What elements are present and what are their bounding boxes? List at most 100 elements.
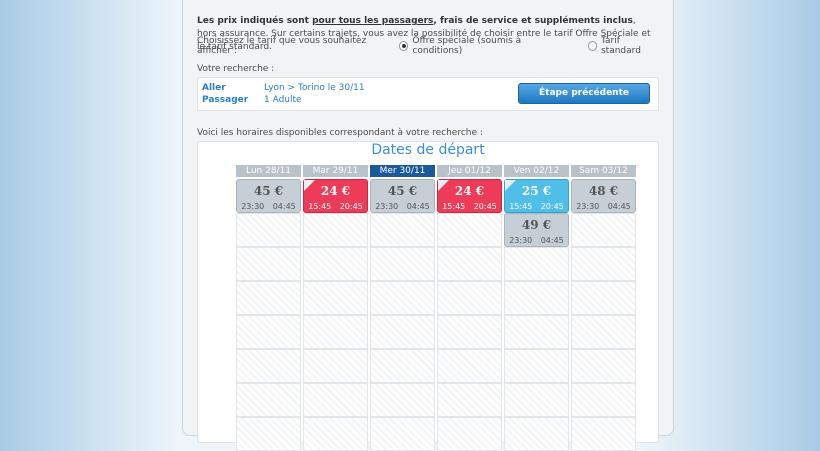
fare-cell[interactable]: 49 € 23:30 04:45 (504, 213, 569, 247)
intro-text-2: , frais de service et suppléments inclus (433, 16, 633, 26)
empty-slot (504, 247, 569, 281)
empty-slot (571, 281, 636, 315)
empty-slot (236, 213, 301, 247)
empty-slot (370, 315, 435, 349)
empty-slot (504, 349, 569, 383)
aller-label: Aller (202, 83, 226, 93)
tarif-label: Choisissez le tarif que vous souhaitez a… (197, 36, 367, 56)
arrival-time: 04:45 (406, 202, 430, 211)
intro-text-1: Les prix indiqués sont (197, 16, 313, 26)
departure-time: 15:45 (442, 202, 466, 211)
empty-slot (437, 247, 502, 281)
day-header[interactable]: Mer 30/11 (370, 165, 435, 177)
departure-time: 23:30 (576, 202, 600, 211)
radio-offre-speciale[interactable]: Offre spéciale (soumis à conditions) (399, 36, 560, 56)
empty-slot (504, 281, 569, 315)
empty-slot (236, 417, 301, 451)
promo-corner-icon (438, 180, 449, 191)
day-header[interactable]: Mar 29/11 (303, 165, 368, 177)
horaires-intro: Voici les horaires disponibles correspon… (197, 128, 483, 138)
empty-slot (303, 349, 368, 383)
radio-tarif-standard[interactable]: Tarif standard (587, 36, 657, 56)
fare-price: 49 € (521, 218, 552, 232)
tarif-selector: Choisissez le tarif que vous souhaitez a… (197, 36, 657, 56)
fare-times: 23:30 04:45 (237, 202, 300, 211)
empty-slot (571, 213, 636, 247)
empty-slot (504, 315, 569, 349)
arrival-time: 04:45 (272, 202, 296, 211)
passager-label: Passager (202, 95, 249, 105)
empty-slot (437, 281, 502, 315)
fare-times: 23:30 04:45 (572, 202, 635, 211)
departure-time: 15:45 (509, 202, 533, 211)
fare-cell[interactable]: 45 € 23:30 04:45 (370, 179, 435, 213)
day-header[interactable]: Jeu 01/12 (437, 165, 502, 177)
empty-slot (370, 383, 435, 417)
empty-slot (303, 213, 368, 247)
empty-slot (437, 383, 502, 417)
radio-checked-icon[interactable] (399, 41, 409, 51)
intro-text-emph: pour tous les passagers (312, 16, 434, 26)
fare-cell[interactable]: 24 €15:45 20:45 (303, 179, 368, 213)
fare-cell[interactable]: 45 € 23:30 04:45 (236, 179, 301, 213)
fare-times: 15:45 20:45 (505, 202, 568, 211)
empty-slot (370, 349, 435, 383)
empty-slot (303, 315, 368, 349)
fare-price: 45 € (387, 184, 418, 198)
fare-times: 15:45 20:45 (438, 202, 501, 211)
empty-slot (303, 417, 368, 451)
empty-slot (370, 213, 435, 247)
departure-time: 23:30 (375, 202, 399, 211)
passager-value: 1 Adulte (264, 95, 302, 105)
empty-slot (236, 247, 301, 281)
arrival-time: 20:45 (540, 202, 564, 211)
departure-time: 15:45 (308, 202, 332, 211)
empty-slot (370, 247, 435, 281)
empty-slot (504, 417, 569, 451)
day-header[interactable]: Sam 03/12 (571, 165, 636, 177)
booking-container: Les prix indiqués sont pour tous les pas… (182, 0, 674, 451)
recherche-title: Votre recherche : (197, 64, 275, 74)
arrival-time: 04:45 (607, 202, 631, 211)
fare-cell[interactable]: 24 €15:45 20:45 (437, 179, 502, 213)
fare-price: 48 € (588, 184, 619, 198)
empty-slot (571, 417, 636, 451)
schedule-grid: Dates de départ Horaires Lun 28/11Mar 29… (197, 141, 659, 451)
empty-slot (571, 383, 636, 417)
radio-label-standard: Tarif standard (600, 36, 641, 56)
fare-times: 15:45 20:45 (304, 202, 367, 211)
departure-time: 23:30 (509, 236, 533, 245)
dates-title: Dates de départ (371, 142, 485, 158)
empty-slot (236, 315, 301, 349)
empty-slot (303, 281, 368, 315)
recherche-box: Aller Lyon > Torino le 30/11 Passager 1 … (197, 77, 659, 111)
empty-slot (236, 281, 301, 315)
empty-slot (437, 213, 502, 247)
aller-value: Lyon > Torino le 30/11 (264, 83, 365, 93)
fare-cell[interactable]: 25 €15:45 20:45 (504, 179, 569, 213)
empty-slot (504, 383, 569, 417)
empty-slot (236, 349, 301, 383)
radio-unchecked-icon[interactable] (587, 41, 597, 51)
arrival-time: 20:45 (473, 202, 497, 211)
empty-slot (437, 417, 502, 451)
fare-times: 23:30 04:45 (505, 236, 568, 245)
empty-slot (370, 417, 435, 451)
previous-step-button[interactable]: Étape précédente (518, 83, 650, 104)
departure-time: 23:30 (241, 202, 265, 211)
fare-cell[interactable]: 48 € 23:30 04:45 (571, 179, 636, 213)
day-header[interactable]: Lun 28/11 (236, 165, 301, 177)
promo-corner-icon (304, 180, 315, 191)
empty-slot (303, 383, 368, 417)
arrival-time: 04:45 (540, 236, 564, 245)
empty-slot (571, 315, 636, 349)
empty-slot (437, 349, 502, 383)
empty-slot (437, 315, 502, 349)
empty-slot (571, 349, 636, 383)
fare-price: 45 € (253, 184, 284, 198)
empty-slot (236, 383, 301, 417)
day-header[interactable]: Ven 02/12 (504, 165, 569, 177)
fare-times: 23:30 04:45 (371, 202, 434, 211)
empty-slot (571, 247, 636, 281)
empty-slot (370, 281, 435, 315)
